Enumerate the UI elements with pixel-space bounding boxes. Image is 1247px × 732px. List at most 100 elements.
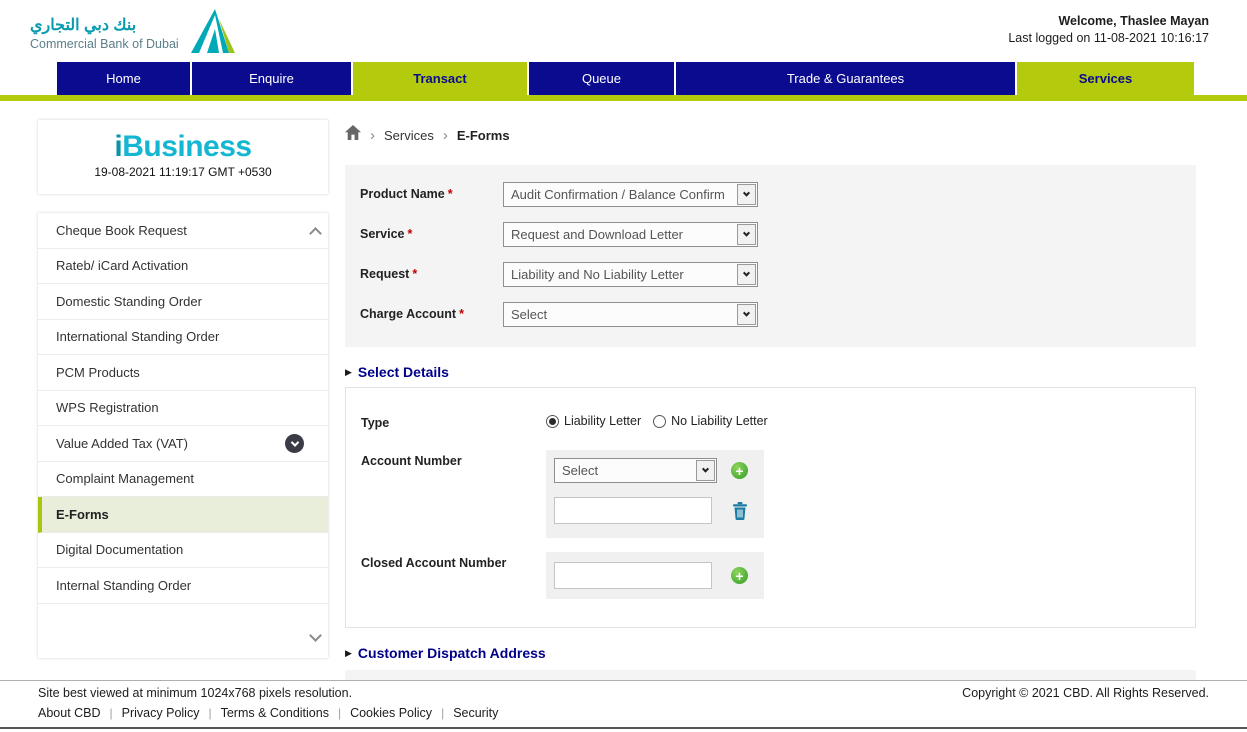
service-select[interactable]: Request and Download Letter bbox=[503, 221, 758, 247]
required-asterisk: * bbox=[459, 307, 464, 321]
user-session-info: Welcome, Thaslee Mayan Last logged on 11… bbox=[1008, 14, 1209, 45]
sidebar-item-label: PCM Products bbox=[56, 364, 140, 380]
scroll-down-icon[interactable] bbox=[309, 629, 322, 642]
sidebar-item-pcm-products[interactable]: PCM Products bbox=[38, 355, 328, 391]
bank-logo: بنك دبي التجاري Commercial Bank of Dubai bbox=[30, 7, 241, 58]
select-details-header[interactable]: ▶ Select Details bbox=[345, 363, 1196, 381]
section-arrow-icon: ▶ bbox=[345, 647, 352, 658]
sidebar-item-label: Domestic Standing Order bbox=[56, 293, 202, 309]
charge-account-select[interactable]: Select bbox=[503, 301, 758, 327]
footer-link-cookies-policy[interactable]: Cookies Policy bbox=[350, 706, 432, 720]
select-details-panel: Type Liability Letter No Liability Lette… bbox=[345, 387, 1196, 628]
home-icon[interactable] bbox=[345, 125, 361, 145]
sidebar-item-label: Rateb/ iCard Activation bbox=[56, 258, 189, 274]
sidebar-item-wps-registration[interactable]: WPS Registration bbox=[38, 390, 328, 426]
service-label: Service * bbox=[360, 227, 413, 241]
account-number-select[interactable]: Select bbox=[554, 458, 717, 483]
footer-link-separator: | bbox=[208, 706, 212, 720]
bank-name-arabic: بنك دبي التجاري bbox=[30, 16, 137, 34]
sidebar-item-internal-standing-order[interactable]: Internal Standing Order bbox=[38, 568, 328, 604]
breadcrumb-separator: › bbox=[442, 126, 448, 144]
account-number-row: Account Number Select + bbox=[361, 450, 1195, 538]
dropdown-arrow-icon bbox=[737, 223, 756, 245]
add-closed-account-icon[interactable]: + bbox=[731, 567, 748, 584]
footer-link-security[interactable]: Security bbox=[453, 706, 498, 720]
sidebar-item-domestic-standing-order[interactable]: Domestic Standing Order bbox=[38, 284, 328, 320]
last-logged-text: Last logged on 11-08-2021 10:16:17 bbox=[1008, 31, 1209, 45]
breadcrumb-separator: › bbox=[370, 126, 375, 144]
nav-tab-transact[interactable]: Transact bbox=[353, 62, 527, 95]
nav-tab-queue[interactable]: Queue bbox=[529, 62, 674, 95]
add-account-icon[interactable]: + bbox=[731, 462, 748, 479]
type-radio-group: Liability Letter No Liability Letter bbox=[546, 412, 780, 430]
account-number-select-value: Select bbox=[562, 463, 599, 478]
required-asterisk: * bbox=[447, 187, 453, 201]
main-nav: Home Enquire Transact Queue Trade & Guar… bbox=[0, 62, 1247, 95]
ibusiness-rest: Business bbox=[122, 130, 252, 163]
footer-bottom-line bbox=[0, 727, 1247, 729]
nav-tab-enquire[interactable]: Enquire bbox=[192, 62, 351, 95]
sidebar-item-label: E-Forms bbox=[56, 506, 109, 522]
sidebar-item-label: Value Added Tax (VAT) bbox=[56, 435, 188, 451]
required-asterisk: * bbox=[407, 227, 413, 241]
type-row: Type Liability Letter No Liability Lette… bbox=[361, 412, 1195, 430]
account-select-line: Select + bbox=[554, 458, 748, 483]
copyright-text: Copyright © 2021 CBD. All Rights Reserve… bbox=[962, 686, 1209, 700]
customer-dispatch-address-header[interactable]: ▶ Customer Dispatch Address bbox=[345, 644, 1196, 662]
no-liability-letter-radio[interactable] bbox=[653, 414, 667, 428]
account-input-line bbox=[554, 497, 748, 524]
sidebar-item-cheque-book-request[interactable]: Cheque Book Request bbox=[38, 213, 328, 249]
bank-name-english: Commercial Bank of Dubai bbox=[30, 36, 179, 51]
footer-link-terms-conditions[interactable]: Terms & Conditions bbox=[221, 706, 329, 720]
dropdown-arrow-icon bbox=[696, 460, 715, 481]
liability-letter-radio-label: Liability Letter bbox=[564, 414, 642, 428]
liability-letter-radio[interactable] bbox=[546, 414, 559, 428]
charge-account-value: Select bbox=[511, 306, 548, 322]
sidebar-datetime: 19-08-2021 11:19:17 GMT +0530 bbox=[94, 165, 272, 179]
chevron-down-circle-icon[interactable] bbox=[285, 434, 304, 453]
ibusiness-logo: iBusiness 19-08-2021 11:19:17 GMT +0530 bbox=[38, 120, 328, 194]
sidebar-item-digital-documentation[interactable]: Digital Documentation bbox=[38, 532, 328, 568]
request-label: Request * bbox=[360, 267, 418, 281]
cbd-logo-icon bbox=[189, 7, 241, 58]
footer-links: About CBD | Privacy Policy | Terms & Con… bbox=[38, 706, 1209, 720]
delete-account-icon[interactable] bbox=[732, 501, 748, 520]
footer: Site best viewed at minimum 1024x768 pix… bbox=[0, 680, 1247, 732]
no-liability-letter-radio-label: No Liability Letter bbox=[671, 414, 768, 428]
sidebar-item-e-forms[interactable]: E-Forms bbox=[38, 497, 328, 533]
account-number-label: Account Number bbox=[361, 454, 462, 468]
form-row-product-name: Product Name * Audit Confirmation / Balan… bbox=[360, 181, 1196, 207]
account-number-input[interactable] bbox=[554, 497, 712, 524]
customer-dispatch-address-panel bbox=[345, 670, 1196, 680]
sidebar-item-international-standing-order[interactable]: International Standing Order bbox=[38, 319, 328, 355]
product-name-select[interactable]: Audit Confirmation / Balance Confirm bbox=[503, 181, 758, 207]
footer-link-separator: | bbox=[109, 706, 113, 720]
form-row-service: Service * Request and Download Letter bbox=[360, 221, 1196, 247]
sidebar-item-label: WPS Registration bbox=[56, 400, 159, 416]
sidebar-item-rateb-icard-activation[interactable]: Rateb/ iCard Activation bbox=[38, 248, 328, 284]
request-select[interactable]: Liability and No Liability Letter bbox=[503, 261, 758, 287]
footer-link-privacy-policy[interactable]: Privacy Policy bbox=[122, 706, 200, 720]
sidebar-item-complaint-management[interactable]: Complaint Management bbox=[38, 461, 328, 497]
nav-tab-trade-guarantees[interactable]: Trade & Guarantees bbox=[676, 62, 1015, 95]
sidebar-item-label: Internal Standing Order bbox=[56, 577, 192, 593]
resolution-note: Site best viewed at minimum 1024x768 pix… bbox=[38, 686, 353, 700]
breadcrumb-services[interactable]: Services bbox=[384, 128, 434, 143]
nav-tab-services[interactable]: Services bbox=[1017, 62, 1194, 95]
sidebar-item-value-added-tax[interactable]: Value Added Tax (VAT) bbox=[38, 426, 328, 462]
nav-tab-home[interactable]: Home bbox=[57, 62, 190, 95]
closed-account-controls: + bbox=[546, 552, 764, 599]
breadcrumb: › Services › E-Forms bbox=[345, 125, 1196, 145]
main-content: › Services › E-Forms Product Name * Audit… bbox=[345, 125, 1196, 680]
request-value: Liability and No Liability Letter bbox=[511, 266, 684, 282]
product-form-panel: Product Name * Audit Confirmation / Balan… bbox=[345, 165, 1196, 347]
section-arrow-icon: ▶ bbox=[345, 366, 352, 377]
sidebar-item-label: International Standing Order bbox=[56, 329, 220, 345]
closed-account-number-row: Closed Account Number + bbox=[361, 552, 1195, 599]
service-value: Request and Download Letter bbox=[511, 226, 684, 242]
type-label: Type bbox=[361, 416, 390, 430]
welcome-text: Welcome, Thaslee Mayan bbox=[1058, 14, 1209, 28]
sidebar-item-label: Digital Documentation bbox=[56, 542, 184, 558]
footer-link-about-cbd[interactable]: About CBD bbox=[38, 706, 101, 720]
closed-account-number-input[interactable] bbox=[554, 562, 712, 589]
